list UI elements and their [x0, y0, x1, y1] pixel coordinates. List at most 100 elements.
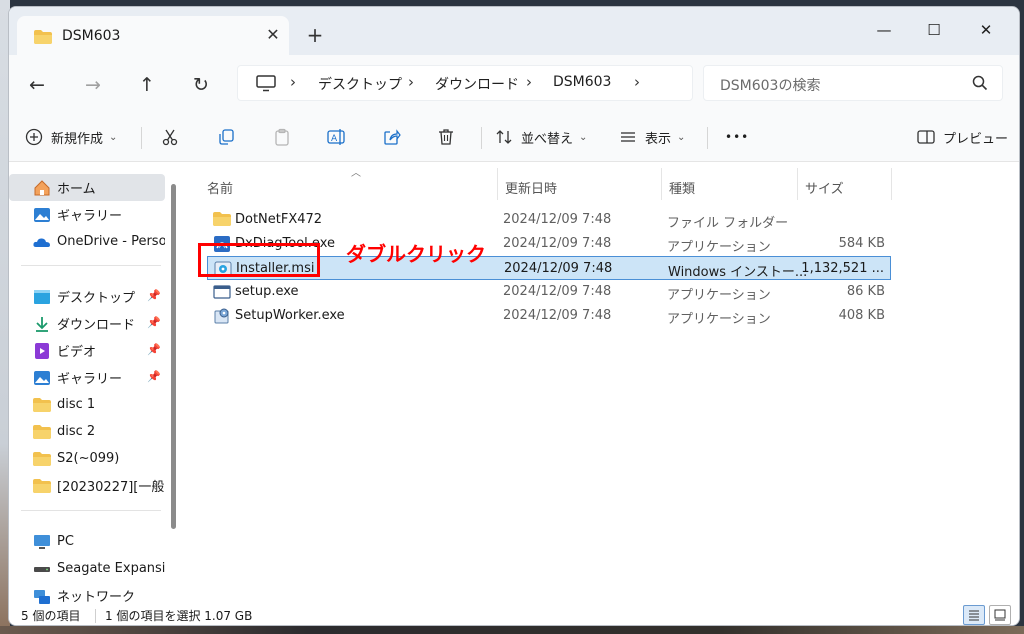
sidebar-item-label: デスクトップ: [57, 291, 136, 306]
new-button[interactable]: 新規作成 ⌄: [25, 125, 117, 149]
sidebar-item-home[interactable]: ホーム: [9, 174, 165, 201]
view-button[interactable]: 表示 ⌄: [619, 125, 685, 149]
view-lines-icon: [621, 132, 635, 142]
title-bar[interactable]: DSM603 ✕ + — ☐ ✕: [9, 7, 1019, 55]
details-view-button[interactable]: [963, 605, 985, 625]
gallery-icon: [33, 369, 51, 387]
search-box[interactable]: DSM603の検索: [703, 65, 1003, 101]
selection-info: 1 個の項目を選択 1.07 GB: [105, 609, 253, 623]
onedrive-icon: [33, 233, 51, 251]
sidebar-item-disc2[interactable]: disc 2: [9, 418, 165, 445]
rename-button[interactable]: A: [327, 125, 347, 149]
file-type: アプリケーション: [667, 240, 771, 255]
forward-arrow-icon[interactable]: →: [79, 71, 107, 99]
column-header-name[interactable]: 名前: [207, 178, 233, 197]
preview-button[interactable]: プレビュー: [917, 125, 1008, 149]
desktop-icon: [33, 288, 51, 306]
table-row[interactable]: setup.exe 2024/12/09 7:48 アプリケーション 86 KB: [207, 280, 891, 304]
paste-button[interactable]: [273, 125, 291, 149]
breadcrumb-chevron-icon[interactable]: ›: [634, 73, 640, 91]
sidebar-item-label: ギャラリー: [57, 372, 123, 387]
sidebar-item-label: OneDrive - Personal: [57, 234, 165, 249]
file-type: Windows インストー...: [668, 265, 808, 280]
sidebar-item-disc1[interactable]: disc 1: [9, 391, 165, 418]
close-window-button[interactable]: ✕: [963, 15, 1009, 45]
sidebar-scrollbar[interactable]: [171, 184, 176, 529]
pin-icon[interactable]: 📌: [147, 370, 161, 383]
status-bar: 5 個の項目 1 個の項目を選択 1.07 GB: [9, 605, 1019, 625]
breadcrumb-chevron-icon: ›: [408, 73, 414, 91]
sort-button[interactable]: 並べ替え ⌄: [495, 125, 587, 149]
up-arrow-icon[interactable]: ↑: [133, 71, 161, 99]
tab-title: DSM603: [62, 28, 121, 44]
toolbar-divider: [141, 127, 142, 149]
table-row[interactable]: DotNetFX472 2024/12/09 7:48 ファイル フォルダー: [207, 208, 891, 232]
sidebar-item-videos[interactable]: ビデオ 📌: [9, 337, 165, 364]
share-button[interactable]: [383, 125, 401, 149]
file-type: アプリケーション: [667, 288, 771, 303]
delete-button[interactable]: [437, 125, 455, 149]
sidebar-item-seagate[interactable]: Seagate Expansio: [9, 555, 165, 582]
file-size: 584 KB: [838, 236, 885, 251]
annotation-double-click-label: ダブルクリック: [346, 242, 486, 266]
home-icon: [33, 179, 51, 197]
back-arrow-icon[interactable]: ←: [23, 71, 51, 99]
details-view-icon: [969, 610, 979, 621]
column-header-size[interactable]: サイズ: [805, 178, 844, 197]
scissors-icon: [162, 129, 178, 146]
view-label: 表示: [645, 131, 672, 147]
tab-close-button[interactable]: ✕: [263, 25, 283, 45]
address-bar[interactable]: › デスクトップ › ダウンロード › DSM603 ›: [237, 65, 693, 101]
desktop-background-bottom: [0, 626, 1024, 634]
file-date: 2024/12/09 7:48: [503, 236, 612, 251]
tiles-view-button[interactable]: [989, 605, 1011, 625]
column-header-date[interactable]: 更新日時: [505, 178, 557, 197]
setup-worker-icon: [214, 308, 229, 324]
column-divider[interactable]: [661, 168, 662, 200]
sidebar-item-label: PC: [57, 534, 74, 549]
toolbar-divider: [707, 127, 708, 149]
search-placeholder: DSM603の検索: [720, 78, 821, 94]
pin-icon[interactable]: 📌: [147, 289, 161, 302]
refresh-icon[interactable]: ↻: [187, 71, 215, 99]
sort-label: 並べ替え: [521, 131, 574, 147]
breadcrumb-desktop[interactable]: デスクトップ: [318, 74, 402, 94]
file-date: 2024/12/09 7:48: [503, 212, 612, 227]
more-options-button[interactable]: •••: [725, 125, 749, 149]
video-icon: [33, 342, 51, 360]
breadcrumb-chevron-icon: ›: [290, 73, 296, 91]
maximize-button[interactable]: ☐: [911, 15, 957, 45]
folder-icon: [33, 450, 51, 468]
sidebar-item-gallery-pinned[interactable]: ギャラリー 📌: [9, 364, 165, 391]
column-divider[interactable]: [497, 168, 498, 200]
tab-dsm603[interactable]: DSM603 ✕: [17, 16, 289, 55]
tiles-view-icon: [994, 609, 1006, 621]
column-divider[interactable]: [891, 168, 892, 200]
breadcrumb-dsm603[interactable]: DSM603: [553, 74, 611, 90]
copy-button[interactable]: [217, 125, 235, 149]
table-row[interactable]: SetupWorker.exe 2024/12/09 7:48 アプリケーション…: [207, 304, 891, 328]
sidebar-item-label: ネットワーク: [57, 590, 136, 605]
search-icon[interactable]: [972, 75, 988, 91]
column-header-type[interactable]: 種類: [669, 178, 695, 197]
breadcrumb-chevron-icon: ›: [526, 73, 532, 91]
sidebar-item-folder-2023[interactable]: [20230227][一般コ: [9, 472, 165, 499]
sidebar-item-label: disc 1: [57, 397, 96, 412]
trash-icon: [439, 129, 453, 145]
sidebar-item-s2[interactable]: S2(~099): [9, 445, 165, 472]
sidebar-item-pc[interactable]: PC: [9, 528, 165, 555]
copy-icon: [219, 129, 234, 145]
pin-icon[interactable]: 📌: [147, 343, 161, 356]
sidebar-item-label: [20230227][一般コ: [57, 480, 165, 495]
breadcrumb-downloads[interactable]: ダウンロード: [435, 74, 519, 94]
sidebar-item-downloads[interactable]: ダウンロード 📌: [9, 310, 165, 337]
pin-icon[interactable]: 📌: [147, 316, 161, 329]
column-divider[interactable]: [797, 168, 798, 200]
cut-button[interactable]: [161, 125, 179, 149]
new-tab-button[interactable]: +: [305, 25, 325, 45]
sidebar-item-gallery[interactable]: ギャラリー: [9, 201, 165, 228]
sidebar-item-onedrive[interactable]: OneDrive - Personal: [9, 228, 165, 255]
sidebar-item-desktop[interactable]: デスクトップ 📌: [9, 283, 165, 310]
sidebar-item-label: Seagate Expansio: [57, 561, 165, 576]
minimize-button[interactable]: —: [861, 15, 907, 45]
